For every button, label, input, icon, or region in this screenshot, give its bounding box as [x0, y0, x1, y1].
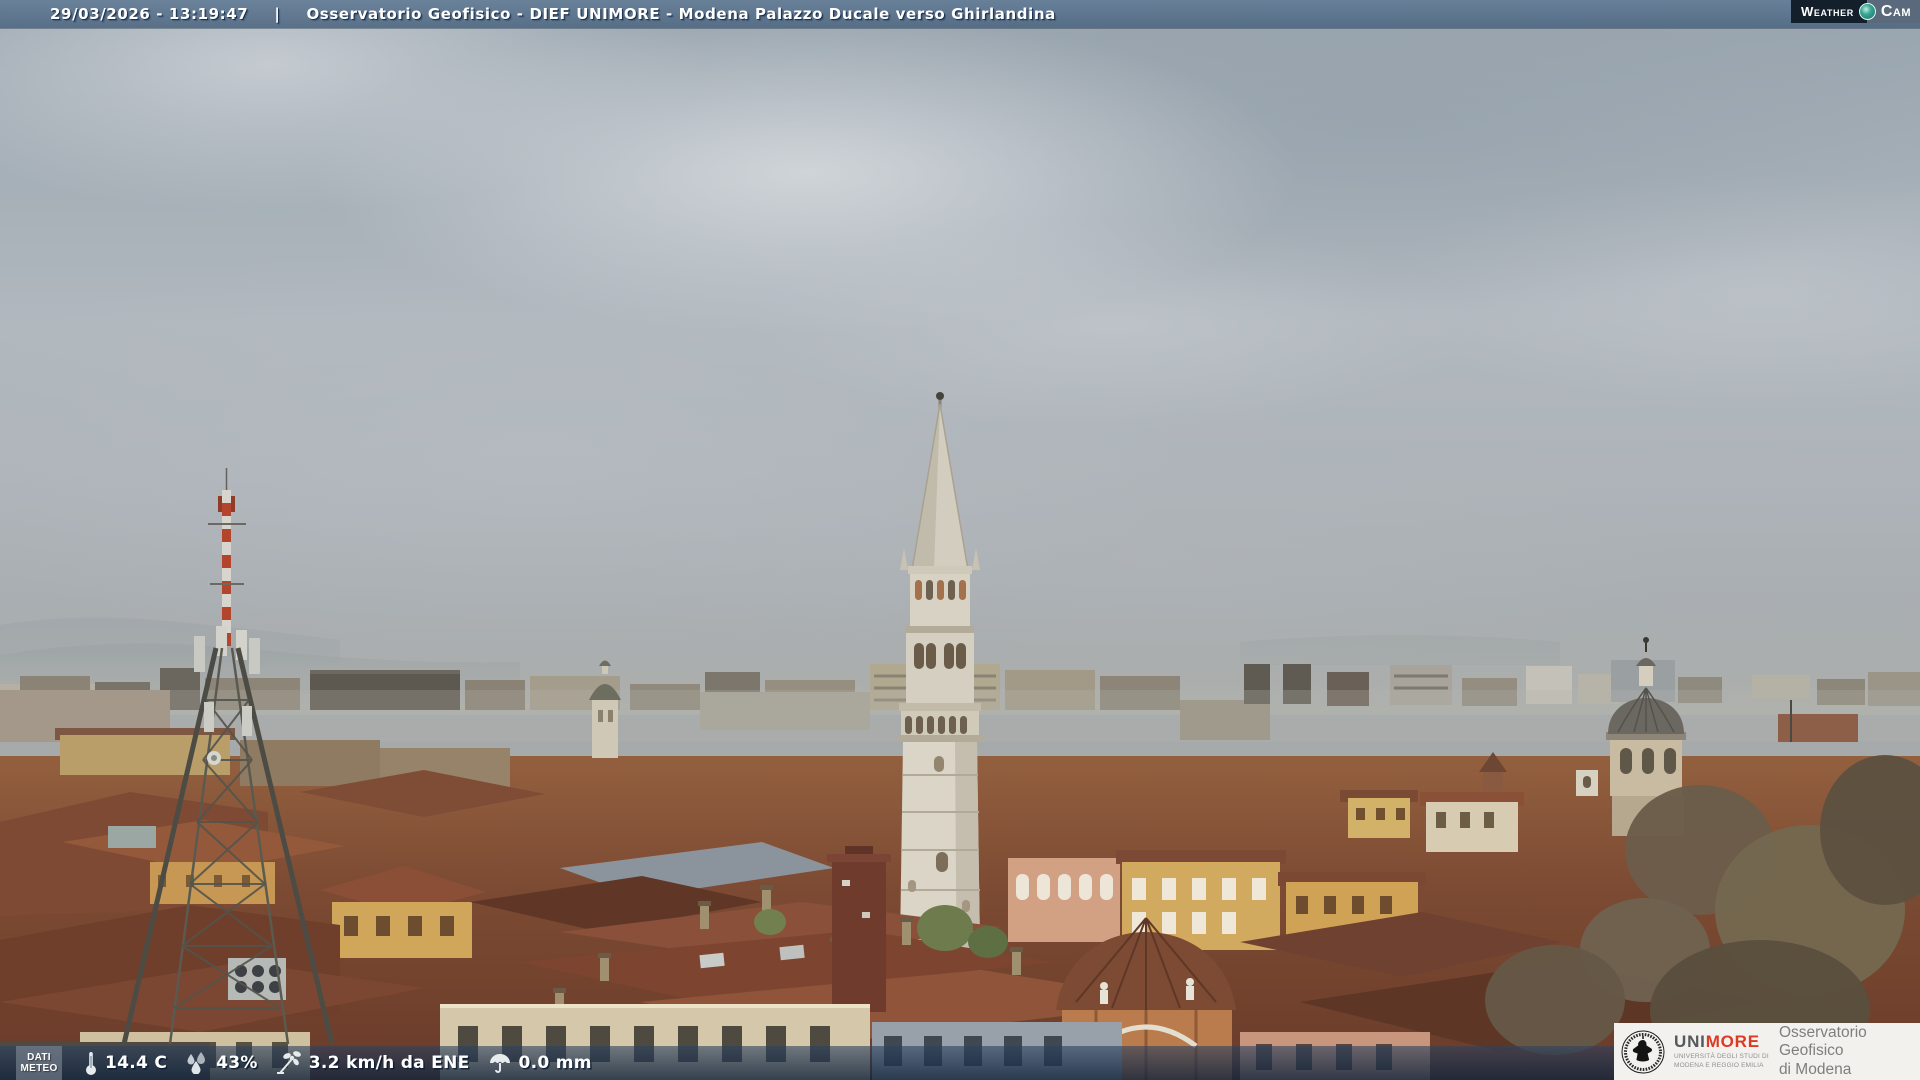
weather-readings: 14.4 C 43% 3.2 km/h da ENE 0.0 mm: [84, 1050, 592, 1076]
city-photo: [0, 392, 1920, 1080]
weathercam-logo: Weather Cam: [1791, 0, 1920, 23]
humidity-icon: [187, 1052, 206, 1074]
wind-reading: 3.2 km/h da ENE: [276, 1051, 470, 1075]
unimore-acronym-more: MORE: [1705, 1032, 1760, 1052]
thermometer-icon: [86, 1052, 96, 1075]
rain-reading: 0.0 mm: [488, 1052, 592, 1074]
unimore-footer: UNIMORE UNIVERSITÀ DEGLI STUDI DI MODENA…: [1614, 1023, 1920, 1080]
humidity-value: 43%: [216, 1053, 258, 1073]
dati-meteo-line1: DATI: [27, 1051, 51, 1063]
datetime-text: 29/03/2026 - 13:19:47: [50, 5, 249, 23]
unimore-subtitle: UNIVERSITÀ DEGLI STUDI DI MODENA E REGGI…: [1674, 1053, 1769, 1070]
rain-icon: [489, 1054, 510, 1073]
bell-gable: [1576, 770, 1598, 796]
header-bar: 29/03/2026 - 13:19:47 | Osservatorio Geo…: [0, 0, 1920, 28]
observatory-name-line1: Osservatorio Geofisico: [1778, 1023, 1867, 1060]
observatory-name-line2: di Modena: [1778, 1060, 1852, 1078]
humidity-reading: 43%: [185, 1052, 258, 1074]
dati-meteo-label: DATI METEO: [16, 1046, 62, 1080]
weathercam-globe-icon: [1858, 3, 1876, 20]
unimore-subtitle-line1: UNIVERSITÀ DEGLI STUDI DI: [1674, 1053, 1769, 1061]
webcam-frame: 29/03/2026 - 13:19:47 | Osservatorio Geo…: [0, 0, 1920, 1080]
wind-value: 3.2 km/h da ENE: [308, 1053, 470, 1073]
unimore-acronym: UNIMORE: [1674, 1033, 1769, 1050]
unimore-acronym-uni: UNI: [1674, 1032, 1706, 1052]
brick-tower: [827, 846, 891, 1012]
unimore-seal-icon: [1621, 1030, 1665, 1073]
header-separator: |: [274, 5, 281, 23]
page-title: Osservatorio Geofisico - DIEF UNIMORE - …: [306, 5, 1056, 23]
rain-value: 0.0 mm: [518, 1053, 592, 1073]
unimore-wordmark: UNIMORE UNIVERSITÀ DEGLI STUDI DI MODENA…: [1674, 1033, 1769, 1070]
temperature-value: 14.4 C: [105, 1053, 168, 1073]
wind-icon: [276, 1051, 301, 1074]
temperature-reading: 14.4 C: [84, 1050, 167, 1076]
pink-palazzo: [1008, 858, 1120, 942]
unimore-subtitle-line2: MODENA E REGGIO EMILIA: [1674, 1061, 1764, 1069]
observatory-name: Osservatorio Geofisico di Modena: [1779, 1024, 1920, 1080]
dati-meteo-line2: METEO: [20, 1063, 58, 1074]
weathercam-brand-left: Weather: [1791, 0, 1867, 23]
